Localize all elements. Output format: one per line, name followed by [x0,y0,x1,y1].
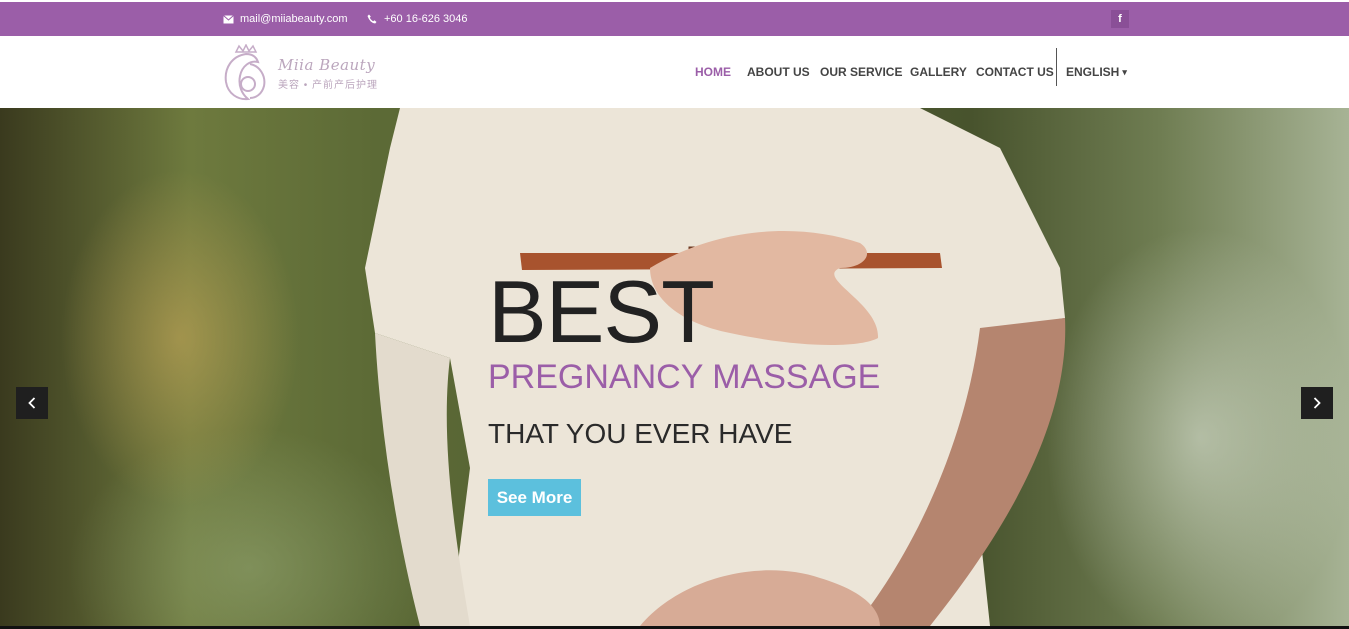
envelope-icon [222,13,234,25]
facebook-icon[interactable]: f [1111,10,1129,28]
hero-headline: BEST [488,262,715,361]
phone-text[interactable]: +60 16-626 3046 [384,13,468,25]
slider-next-button[interactable] [1301,387,1333,419]
email-contact[interactable]: mail@miiabeauty.com [222,2,348,36]
phone-icon [366,13,378,25]
nav-our-service[interactable]: OUR SERVICE [820,36,902,108]
language-label: ENGLISH [1066,65,1120,79]
chevron-right-icon [1313,397,1321,409]
logo-name: Miia Beauty [278,55,376,74]
slide-caption: BEST PREGNANCY MASSAGE THAT YOU EVER HAV… [488,262,880,516]
hero-subheadline: PREGNANCY MASSAGE [488,358,881,396]
language-dropdown[interactable]: ENGLISH ▾ [1066,36,1127,108]
nav-contact-us[interactable]: CONTACT US [976,36,1054,108]
email-text[interactable]: mail@miiabeauty.com [240,13,348,25]
nav-gallery[interactable]: GALLERY [910,36,967,108]
hero-slider: BEST PREGNANCY MASSAGE THAT YOU EVER HAV… [0,108,1349,626]
logo-subtitle: 美容 • 产前产后护理 [278,79,379,91]
see-more-button[interactable]: See More [488,479,581,516]
nav-about-us[interactable]: ABOUT US [747,36,810,108]
site-logo[interactable]: Miia Beauty 美容 • 产前产后护理 [220,44,410,102]
logo-mark-icon [224,44,266,101]
nav-divider [1056,48,1057,86]
hero-tagline: THAT YOU EVER HAVE [488,418,793,449]
main-navbar: Miia Beauty 美容 • 产前产后护理 HOME ABOUT US OU… [0,36,1349,108]
top-bar: mail@miiabeauty.com +60 16-626 3046 f [0,2,1349,36]
chevron-down-icon: ▾ [1122,66,1127,77]
nav-home[interactable]: HOME [695,36,731,108]
slider-prev-button[interactable] [16,387,48,419]
phone-contact[interactable]: +60 16-626 3046 [366,2,468,36]
chevron-left-icon [28,397,36,409]
